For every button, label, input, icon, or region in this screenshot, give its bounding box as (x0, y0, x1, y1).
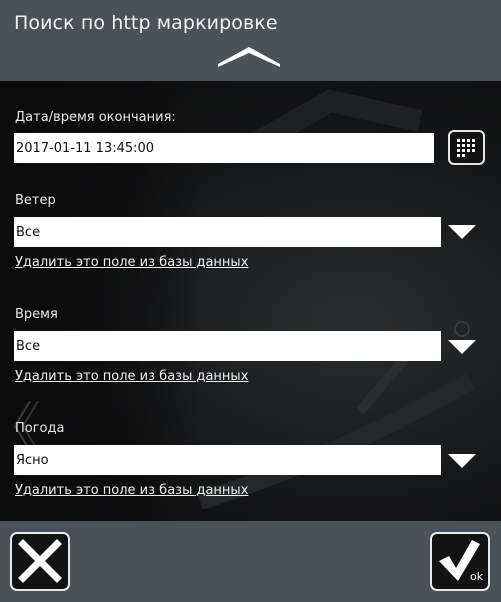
time-dropdown-icon[interactable] (447, 339, 477, 355)
time-label: Время (15, 307, 58, 322)
close-icon (18, 539, 62, 583)
dialog-footer (0, 521, 501, 602)
calendar-icon (457, 139, 475, 157)
dialog-title: Поиск по http маркировке (14, 12, 278, 34)
wind-dropdown-icon[interactable] (447, 224, 477, 240)
weather-remove-link[interactable]: Удалить это поле из базы данных (15, 483, 248, 498)
time-select[interactable]: Все (14, 331, 441, 361)
wind-remove-link[interactable]: Удалить это поле из базы данных (15, 255, 248, 270)
ok-button[interactable]: ok (430, 532, 490, 591)
weather-label: Погода (15, 421, 65, 436)
weather-dropdown-icon[interactable] (447, 453, 477, 469)
end-datetime-label: Дата/время окончания: (15, 110, 176, 125)
weather-select[interactable]: Ясно (14, 445, 441, 475)
ok-label: ok (470, 570, 484, 583)
wind-select[interactable]: Все (14, 217, 441, 247)
end-datetime-input[interactable]: 2017-01-11 13:45:00 (14, 133, 434, 163)
chevron-up-icon[interactable] (216, 42, 282, 68)
wind-label: Ветер (15, 193, 56, 208)
cancel-button[interactable] (10, 532, 70, 591)
time-remove-link[interactable]: Удалить это поле из базы данных (15, 369, 248, 384)
calendar-button[interactable] (448, 130, 485, 165)
dialog-header: Поиск по http маркировке (0, 0, 501, 81)
